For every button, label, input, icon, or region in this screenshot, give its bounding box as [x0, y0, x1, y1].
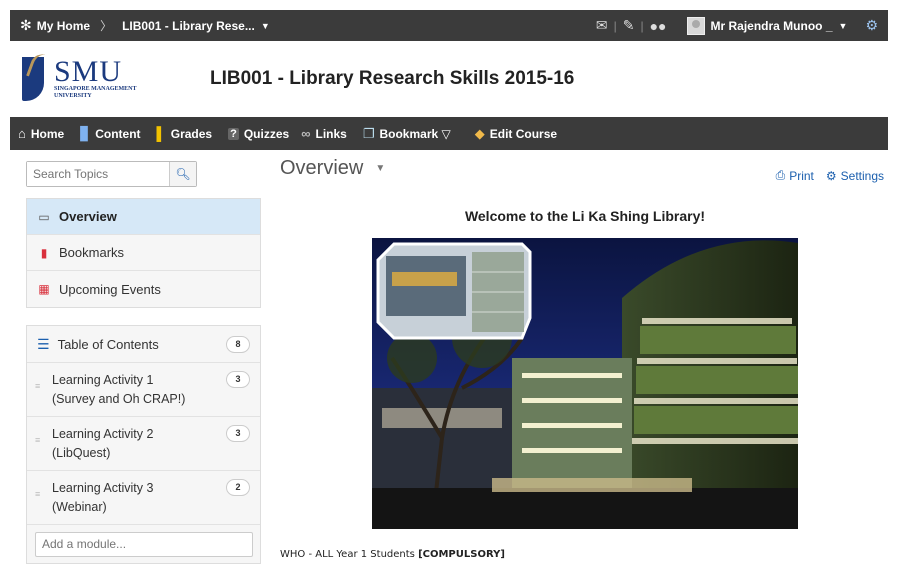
print-label: Print	[789, 168, 814, 183]
sidebar-item-bookmarks[interactable]: ▮ Bookmarks	[27, 235, 260, 271]
page-title-label: Overview	[280, 157, 364, 179]
calendar-icon: ▦	[38, 282, 50, 296]
module-subtitle: (Webinar)	[52, 500, 107, 514]
course-title: LIB001 - Library Research Skills 2015-16	[210, 68, 575, 89]
course-selector[interactable]: LIB001 - Library Rese... ▼	[122, 19, 270, 33]
quiz-icon: ?	[228, 127, 239, 140]
course-selector-label: LIB001 - Library Rese...	[122, 18, 255, 33]
add-module-row	[27, 525, 260, 563]
nav-label: Links	[315, 126, 347, 141]
module-title: Learning Activity 2	[52, 427, 154, 441]
bookmark-icon: ▮	[40, 245, 48, 260]
bookmark-icon: ❐	[362, 125, 375, 141]
chevron-down-icon: ▼	[838, 20, 848, 31]
drag-handle-icon[interactable]: ≡	[35, 489, 43, 499]
nav-home[interactable]: ⌂ Home	[18, 126, 64, 141]
nav-label: Home	[30, 126, 65, 141]
book-icon: ▊	[80, 125, 91, 141]
toc-label: Table of Contents	[57, 336, 159, 352]
search-button[interactable]: 🔍︎	[169, 162, 196, 186]
sidebar-item-upcoming-events[interactable]: ▦ Upcoming Events	[27, 271, 260, 307]
print-button[interactable]: ⎙ Print	[776, 168, 814, 183]
nav-label: Edit Course	[489, 126, 558, 141]
top-bar-right: ✉ | ✎ | ●● Mr Rajendra Munoo _ ▼ ⚙	[590, 10, 888, 41]
course-header: SMU SINGAPORE MANAGEMENT UNIVERSITY LIB0…	[10, 41, 888, 117]
home-icon: ⌂	[18, 126, 26, 141]
count-badge: 3	[226, 425, 250, 442]
count-badge: 2	[226, 479, 250, 496]
page-title[interactable]: Overview ▼	[280, 157, 385, 180]
module-title: Learning Activity 1	[52, 373, 154, 387]
module-item[interactable]: ≡ Learning Activity 2 (LibQuest) 3	[27, 417, 260, 471]
top-bar: ✻ My Home 〉 LIB001 - Library Rese... ▼ ✉…	[10, 10, 888, 41]
add-module-input[interactable]	[35, 531, 253, 557]
avatar	[686, 16, 705, 35]
overview-icon: ▭	[38, 209, 50, 224]
nav-quizzes[interactable]: ? Quizzes	[228, 127, 289, 141]
course-navbar: ⌂ Home ▊ Content ▌ Grades ? Quizzes ∞ Li…	[10, 117, 888, 150]
welcome-heading: Welcome to the Li Ka Shing Library!	[464, 208, 706, 224]
module-subtitle: (Survey and Oh CRAP!)	[52, 392, 186, 406]
nav-label: Quizzes	[243, 126, 290, 141]
who-label: WHO - ALL Year 1 Students	[280, 549, 419, 560]
sidebar-item-overview[interactable]: ▭ Overview	[27, 199, 260, 235]
library-photo	[372, 238, 798, 529]
nav-label: Content	[95, 126, 141, 141]
chevron-down-icon: ▼	[260, 20, 270, 31]
nav-content[interactable]: ▊ Content	[80, 126, 140, 142]
who-emphasis: [COMPULSORY]	[418, 549, 505, 560]
my-home-link[interactable]: ✻ My Home	[20, 17, 90, 34]
breadcrumb-separator-icon: 〉	[100, 19, 113, 33]
count-badge: 3	[226, 371, 250, 388]
search-input[interactable]	[27, 162, 169, 186]
chevron-down-icon: ▼	[375, 163, 386, 174]
module-subtitle: (LibQuest)	[52, 446, 111, 460]
message-alerts-icon[interactable]: ✉	[590, 17, 614, 34]
list-icon: ☰	[37, 335, 50, 352]
nav-links[interactable]: ∞ Links	[301, 126, 347, 141]
link-icon: ∞	[301, 126, 311, 141]
subscription-alerts-icon[interactable]: ●●	[644, 18, 673, 34]
user-menu[interactable]: Mr Rajendra Munoo _ ▼	[686, 16, 848, 35]
nav-bookmark[interactable]: ❐ Bookmark ▽	[363, 126, 451, 142]
search-topics: 🔍︎	[26, 161, 197, 187]
sidebar-item-label: Overview	[59, 209, 117, 224]
module-item[interactable]: ≡ Learning Activity 1 (Survey and Oh CRA…	[27, 363, 260, 417]
nav-label: Grades	[170, 126, 213, 141]
grades-icon: ▌	[156, 126, 166, 141]
logo-subtext: SINGAPORE MANAGEMENT	[54, 86, 137, 92]
count-badge: 8	[226, 335, 250, 353]
module-item[interactable]: ≡ Learning Activity 3 (Webinar) 2	[27, 471, 260, 525]
user-name: Mr Rajendra Munoo _	[710, 18, 833, 33]
edit-course-icon: ◆	[474, 125, 485, 141]
drag-handle-icon[interactable]: ≡	[35, 381, 43, 391]
nav-label: Bookmark ▽	[379, 126, 451, 141]
drag-handle-icon[interactable]: ≡	[35, 435, 43, 445]
smu-logo-mark-icon	[20, 51, 50, 105]
sidebar-item-label: Bookmarks	[59, 245, 125, 260]
table-of-contents: ☰ Table of Contents 8 ≡ Learning Activit…	[26, 325, 261, 564]
logo-text: SMU	[54, 55, 123, 88]
who-text: WHO - ALL Year 1 Students [COMPULSORY]	[280, 549, 505, 560]
nav-edit-course[interactable]: ◆ Edit Course	[475, 126, 557, 142]
smu-logo[interactable]: SMU SINGAPORE MANAGEMENT UNIVERSITY	[20, 51, 180, 105]
update-alerts-icon[interactable]: ✎	[617, 17, 641, 34]
page-actions: ⎙ Print ⚙ Settings	[764, 168, 884, 183]
my-home-label: My Home	[36, 18, 91, 33]
nav-grades[interactable]: ▌ Grades	[157, 126, 213, 141]
sidebar-item-label: Upcoming Events	[59, 281, 161, 297]
toc-header[interactable]: ☰ Table of Contents 8	[27, 326, 260, 363]
gear-icon: ⚙	[825, 168, 837, 183]
printer-icon: ⎙	[775, 168, 786, 182]
settings-gear-icon[interactable]: ⚙	[865, 17, 878, 34]
org-home-icon: ✻	[20, 17, 32, 33]
logo-subtext: UNIVERSITY	[54, 93, 92, 99]
sidebar-nav: ▭ Overview ▮ Bookmarks ▦ Upcoming Events	[26, 198, 261, 308]
search-icon: 🔍︎	[175, 167, 191, 181]
settings-button[interactable]: ⚙ Settings	[826, 168, 884, 183]
settings-label: Settings	[840, 168, 884, 183]
module-title: Learning Activity 3	[52, 481, 154, 495]
